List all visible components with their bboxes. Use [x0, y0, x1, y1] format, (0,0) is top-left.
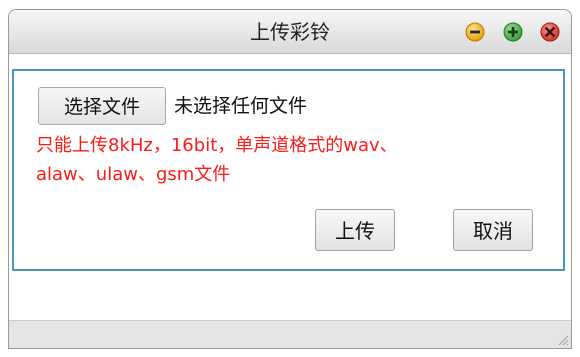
- cancel-button[interactable]: 取消: [453, 209, 533, 251]
- upload-button[interactable]: 上传: [315, 209, 395, 251]
- dialog-title: 上传彩铃: [250, 20, 330, 44]
- upload-form-panel: 选择文件 未选择任何文件 只能上传8kHz，16bit，单声道格式的wav、 a…: [12, 69, 565, 271]
- choose-file-button[interactable]: 选择文件: [38, 87, 166, 125]
- minimize-icon: [465, 22, 485, 42]
- maximize-button[interactable]: [503, 22, 523, 42]
- format-hint: 只能上传8kHz，16bit，单声道格式的wav、 alaw、ulaw、gsm文…: [36, 131, 536, 189]
- close-icon: [540, 22, 560, 42]
- resize-grip-icon[interactable]: [555, 332, 569, 346]
- title-bar[interactable]: 上传彩铃: [9, 10, 571, 54]
- status-bar: [9, 320, 571, 348]
- file-status-text: 未选择任何文件: [174, 95, 308, 117]
- format-hint-line-2: alaw、ulaw、gsm文件: [36, 164, 231, 185]
- minimize-button[interactable]: [465, 22, 485, 42]
- upload-ringtone-dialog: 上传彩铃 选择文件 未选择任何文件 只能上传8kHz，16bit，单声道格式的w…: [8, 9, 572, 349]
- close-button[interactable]: [540, 22, 560, 42]
- format-hint-line-1: 只能上传8kHz，16bit，单声道格式的wav、: [36, 135, 398, 156]
- maximize-icon: [503, 22, 523, 42]
